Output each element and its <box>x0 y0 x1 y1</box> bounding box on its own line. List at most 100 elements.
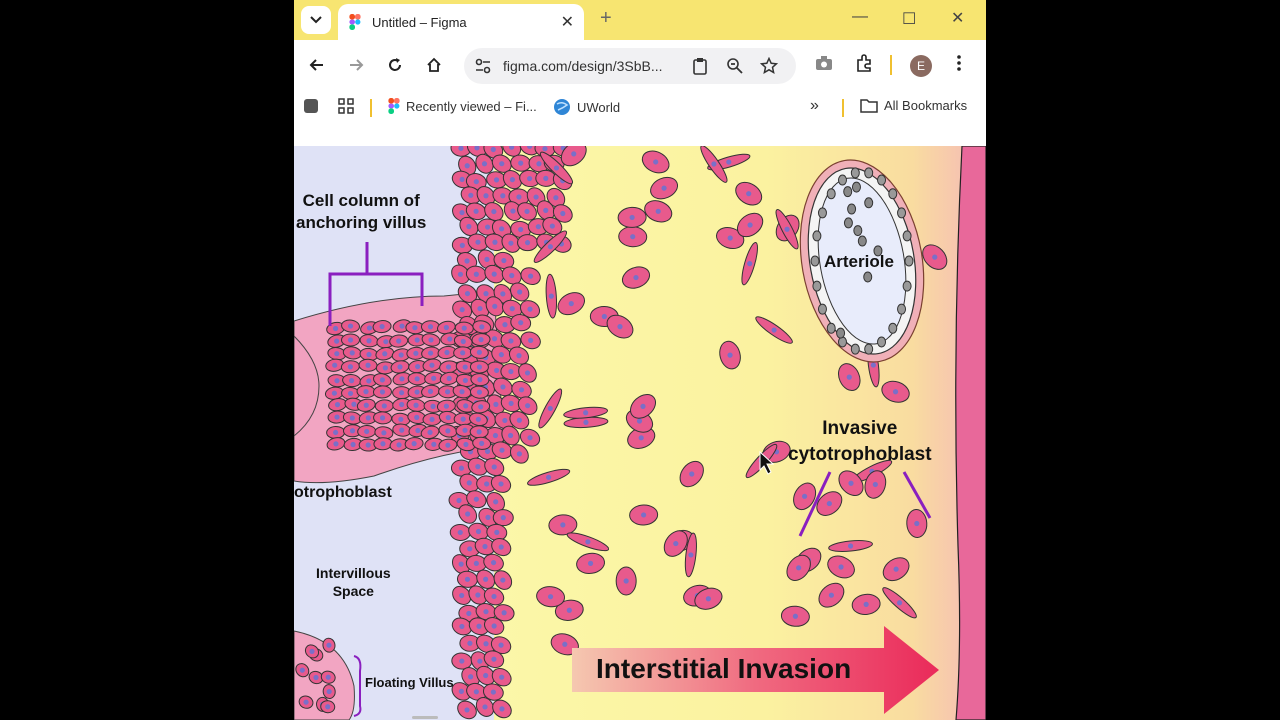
blood-cell <box>836 327 846 339</box>
cell-nucleus <box>412 325 418 331</box>
close-tab-icon[interactable]: ✕ <box>561 12 574 32</box>
cell-nucleus <box>479 324 485 330</box>
cell-nucleus <box>379 389 386 395</box>
cell-nucleus <box>490 559 497 566</box>
cell-nucleus <box>399 390 405 396</box>
cell-nucleus <box>381 430 387 436</box>
extensions-icon[interactable] <box>855 54 873 72</box>
site-settings-icon <box>475 58 491 74</box>
cell-nucleus <box>447 336 453 342</box>
cell-nucleus <box>499 161 505 167</box>
home-icon <box>427 57 441 72</box>
minimize-button[interactable]: — <box>852 8 868 26</box>
cell-nucleus <box>461 325 467 331</box>
cell-nucleus <box>499 674 505 680</box>
page-top-margin <box>294 128 986 146</box>
bookmark-recently-viewed[interactable]: Recently viewed – Fi... <box>388 98 537 114</box>
cell-nucleus <box>399 323 405 329</box>
figma-canvas[interactable]: Cell column of anchoring villus Arteriol… <box>294 146 986 720</box>
cell-nucleus <box>334 402 341 408</box>
bookmark-label: All Bookmarks <box>884 98 968 113</box>
new-tab-button[interactable]: + <box>600 7 612 30</box>
cell-nucleus <box>896 600 903 606</box>
cell-nucleus <box>492 239 498 245</box>
apps-square-icon[interactable] <box>304 99 318 113</box>
forward-button[interactable] <box>345 54 367 76</box>
cell-nucleus <box>443 324 449 331</box>
camera-icon[interactable] <box>815 54 833 72</box>
cell-nucleus <box>546 474 552 480</box>
back-button[interactable] <box>306 54 328 76</box>
endothelial-nucleus <box>902 280 912 292</box>
cell-nucleus <box>464 290 471 297</box>
home-button[interactable] <box>423 54 445 76</box>
cell-nucleus <box>414 376 420 382</box>
more-bookmarks-icon[interactable]: » <box>810 97 819 115</box>
cell-nucleus <box>838 564 844 570</box>
folder-icon <box>860 99 878 113</box>
cell-nucleus <box>399 427 405 433</box>
cell-nucleus <box>484 481 490 487</box>
active-tab[interactable]: Untitled – Figma ✕ <box>338 4 584 40</box>
cell-nucleus <box>333 429 339 436</box>
cell-nucleus <box>462 377 468 384</box>
cell-nucleus <box>347 390 354 397</box>
cell-nucleus <box>518 387 525 393</box>
cell-nucleus <box>500 577 506 583</box>
cell-nucleus <box>914 520 920 527</box>
cell-nucleus <box>655 208 661 214</box>
more-menu-icon[interactable] <box>956 54 962 72</box>
reload-button[interactable] <box>384 54 406 76</box>
close-window-button[interactable]: ✕ <box>951 8 964 28</box>
cell-nucleus <box>334 351 340 357</box>
cell-nucleus <box>483 193 489 199</box>
cell-nucleus <box>617 324 623 330</box>
clipboard-icon[interactable] <box>692 57 708 75</box>
endothelial-nucleus <box>897 303 907 315</box>
cell-nucleus <box>500 384 506 390</box>
cell-nucleus <box>397 364 403 370</box>
cell-nucleus <box>653 159 659 165</box>
cell-nucleus <box>499 226 505 232</box>
cell-nucleus <box>509 177 516 183</box>
cell-nucleus <box>501 257 507 264</box>
label-intervillous-space: Intervillous Space <box>316 565 391 599</box>
horizontal-scrollbar[interactable] <box>412 716 438 719</box>
profile-avatar[interactable]: E <box>910 55 932 77</box>
cell-nucleus <box>528 337 534 343</box>
cell-nucleus <box>334 414 340 420</box>
blood-cell <box>857 235 867 247</box>
cell-nucleus <box>509 306 515 312</box>
all-bookmarks[interactable]: All Bookmarks <box>860 98 967 113</box>
cell-nucleus <box>347 323 354 329</box>
cell-nucleus <box>431 441 437 447</box>
cell-nucleus <box>490 689 496 695</box>
cell-nucleus <box>445 442 451 448</box>
address-bar[interactable]: figma.com/design/3SbB... <box>464 48 796 84</box>
blood-cell <box>863 271 873 283</box>
cell-nucleus <box>396 442 402 448</box>
zoom-icon[interactable] <box>726 57 744 75</box>
bookmark-uworld[interactable]: UWorld <box>553 98 620 116</box>
cell-nucleus <box>638 435 644 441</box>
cell-nucleus <box>508 368 514 375</box>
cell-nucleus <box>478 337 484 343</box>
cell-nucleus <box>491 464 497 470</box>
endothelial-nucleus <box>877 336 887 348</box>
tab-search-button[interactable] <box>301 6 331 34</box>
endothelial-nucleus <box>817 303 827 315</box>
cell-nucleus <box>524 240 531 246</box>
cell-nucleus <box>516 417 522 423</box>
url-text: figma.com/design/3SbB... <box>503 58 663 74</box>
cell-nucleus <box>601 313 607 320</box>
cell-nucleus <box>460 416 466 422</box>
bookmark-star-icon[interactable] <box>760 57 778 75</box>
maximize-button[interactable]: ☐ <box>902 9 916 29</box>
tab-groups-icon[interactable] <box>338 98 354 114</box>
cell-nucleus <box>475 416 481 422</box>
bookmark-separator <box>370 99 372 117</box>
cell-nucleus <box>491 593 497 600</box>
forward-arrow-icon <box>350 59 364 71</box>
cell-nucleus <box>661 185 667 191</box>
cell-nucleus <box>508 338 514 344</box>
